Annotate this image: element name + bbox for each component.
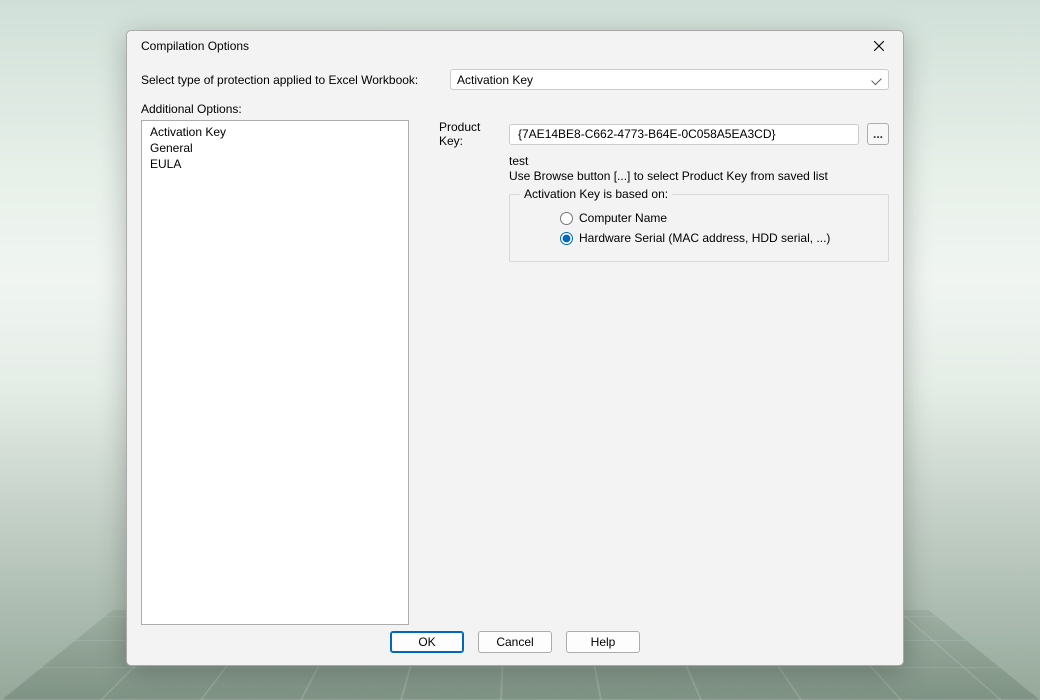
activation-basis-fieldset: Activation Key is based on: Computer Nam… [509,194,889,262]
additional-options-listbox[interactable]: Activation Key General EULA [141,120,409,625]
radio-computer-name-row[interactable]: Computer Name [560,211,874,225]
ok-button[interactable]: OK [390,631,464,653]
additional-options-label: Additional Options: [141,102,409,116]
close-button[interactable] [863,34,895,58]
protection-combo-wrap: Activation Key [450,69,889,90]
radio-computer-name[interactable] [560,212,573,225]
dialog-content: Select type of protection applied to Exc… [127,61,903,665]
cancel-button[interactable]: Cancel [478,631,552,653]
product-key-input[interactable] [509,124,859,145]
protection-label: Select type of protection applied to Exc… [141,73,440,87]
product-key-label: Product Key: [439,120,501,148]
additional-options-column: Additional Options: Activation Key Gener… [141,102,409,625]
radio-hardware-serial[interactable] [560,232,573,245]
activation-basis-legend: Activation Key is based on: [520,187,672,201]
close-icon [874,41,884,51]
hint-line-2: Use Browse button [...] to select Produc… [509,169,889,184]
dialog-title: Compilation Options [141,39,249,53]
product-key-row: Product Key: ... [439,120,889,148]
list-item[interactable]: General [142,140,408,156]
protection-row: Select type of protection applied to Exc… [141,69,889,90]
radio-hardware-serial-row[interactable]: Hardware Serial (MAC address, HDD serial… [560,231,874,245]
radio-computer-name-label[interactable]: Computer Name [579,211,667,225]
compilation-options-dialog: Compilation Options Select type of prote… [126,30,904,666]
body-row: Additional Options: Activation Key Gener… [141,102,889,625]
details-column: Product Key: ... test Use Browse button … [439,102,889,625]
radio-hardware-serial-label[interactable]: Hardware Serial (MAC address, HDD serial… [579,231,830,245]
button-bar: OK Cancel Help [141,625,889,665]
browse-button[interactable]: ... [867,123,889,145]
hint-line-1: test [509,154,889,169]
help-button[interactable]: Help [566,631,640,653]
protection-type-select[interactable]: Activation Key [450,69,889,90]
list-item[interactable]: Activation Key [142,124,408,140]
list-item[interactable]: EULA [142,156,408,172]
titlebar: Compilation Options [127,31,903,61]
product-key-hint: test Use Browse button [...] to select P… [509,154,889,184]
